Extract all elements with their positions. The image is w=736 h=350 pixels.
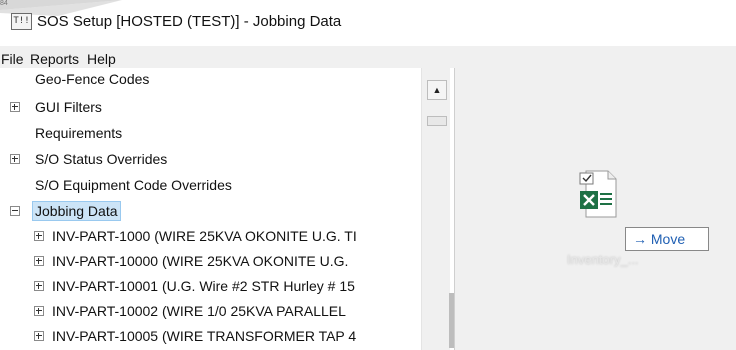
tree-item-label: Jobbing Data — [32, 201, 121, 221]
tree-item-label: INV-PART-10001 (U.G. Wire #2 STR Hurley … — [52, 278, 355, 294]
expand-icon[interactable] — [34, 331, 44, 341]
window-title: SOS Setup [HOSTED (TEST)] - Jobbing Data — [37, 13, 342, 30]
scroll-track-mark — [449, 293, 454, 348]
tree-item-label: GUI Filters — [35, 99, 102, 115]
tree-item-label: S/O Equipment Code Overrides — [35, 177, 232, 193]
tree-item-label: INV-PART-10000 (WIRE 25KVA OKONITE U.G. — [52, 253, 349, 269]
scroll-thumb[interactable] — [427, 116, 447, 126]
tree-item-inv-part-10001[interactable]: INV-PART-10001 (U.G. Wire #2 STR Hurley … — [52, 275, 355, 297]
excel-file-icon — [579, 170, 617, 218]
tree-item-so-status-overrides[interactable]: S/O Status Overrides — [35, 148, 167, 170]
tree-scrollbar[interactable]: ▲ — [421, 68, 454, 350]
scroll-up-arrow-icon[interactable]: ▲ — [427, 80, 447, 100]
tree-item-inv-part-10000[interactable]: INV-PART-10000 (WIRE 25KVA OKONITE U.G. — [52, 250, 348, 272]
menu-file[interactable]: File — [1, 51, 24, 67]
menu-bar: File Reports Help — [0, 46, 736, 69]
tree-item-label: Requirements — [35, 125, 123, 141]
collapse-icon[interactable] — [10, 206, 20, 216]
dragged-file-caption: Inventory_... — [567, 252, 639, 267]
tree-item-label: INV-PART-1000 (WIRE 25KVA OKONITE U.G. T… — [52, 228, 357, 244]
expand-icon[interactable] — [34, 281, 44, 291]
tree-item-jobbing-data[interactable]: Jobbing Data — [32, 200, 121, 222]
tree-item-label: Geo-Fence Codes — [35, 71, 150, 87]
tree-item-label: INV-PART-10005 (WIRE TRANSFORMER TAP 4 — [52, 328, 357, 344]
tree-item-label: S/O Status Overrides — [35, 151, 168, 167]
tree-item-inv-part-10002[interactable]: INV-PART-10002 (WIRE 1/0 25KVA PARALLEL — [52, 300, 346, 322]
menu-help[interactable]: Help — [87, 51, 116, 67]
app-icon: T!! — [11, 13, 32, 30]
expand-icon[interactable] — [10, 154, 20, 164]
expand-icon[interactable] — [34, 256, 44, 266]
tree-item-geo-fence-codes[interactable]: Geo-Fence Codes — [35, 68, 149, 90]
drop-area[interactable]: Inventory_... → Move — [455, 68, 736, 350]
expand-icon[interactable] — [34, 231, 44, 241]
move-tooltip: → Move — [625, 227, 709, 251]
title-bar: 84 T!! SOS Setup [HOSTED (TEST)] - Jobbi… — [0, 0, 736, 46]
expand-icon[interactable] — [34, 306, 44, 316]
menu-reports[interactable]: Reports — [30, 51, 79, 67]
tree-item-inv-part-1000[interactable]: INV-PART-1000 (WIRE 25KVA OKONITE U.G. T… — [52, 225, 357, 247]
corner-number: 84 — [0, 0, 8, 7]
tree-item-so-equipment-code-overrides[interactable]: S/O Equipment Code Overrides — [35, 174, 232, 196]
expand-icon[interactable] — [10, 102, 20, 112]
tree-item-requirements[interactable]: Requirements — [35, 122, 122, 144]
tree-view[interactable]: Geo-Fence Codes GUI Filters Requirements… — [0, 68, 455, 350]
tree-item-inv-part-10005[interactable]: INV-PART-10005 (WIRE TRANSFORMER TAP 4 — [52, 325, 356, 347]
tree-item-gui-filters[interactable]: GUI Filters — [35, 96, 102, 118]
tree-item-label: INV-PART-10002 (WIRE 1/0 25KVA PARALLEL — [52, 303, 346, 319]
